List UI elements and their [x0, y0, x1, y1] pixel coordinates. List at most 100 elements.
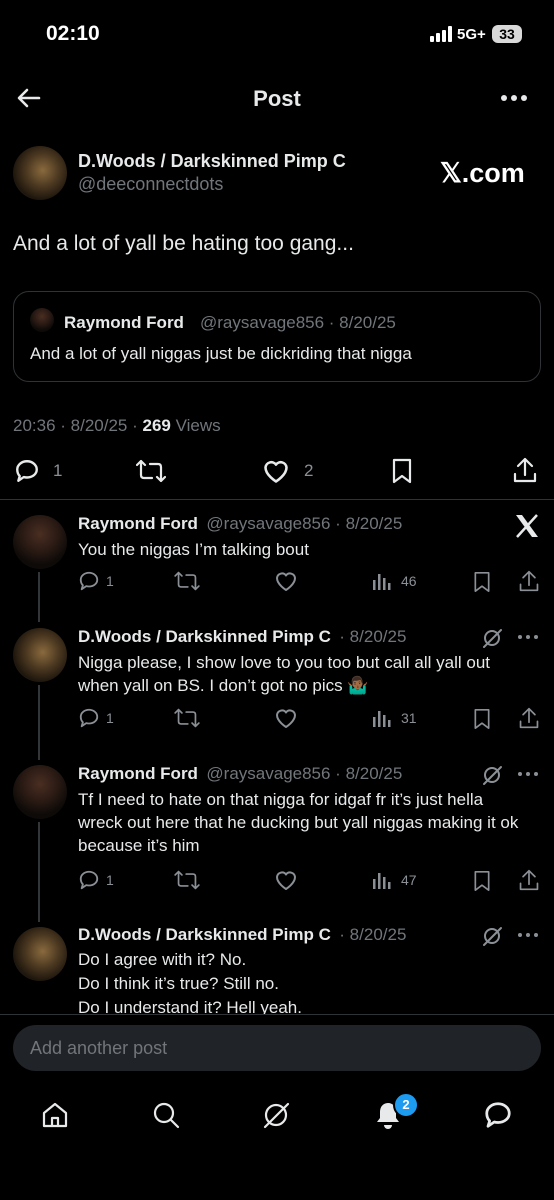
- views-count: 31: [401, 710, 417, 726]
- reply-button[interactable]: 1: [78, 869, 114, 891]
- notification-badge: 2: [393, 1092, 419, 1118]
- reply-author-name[interactable]: D.Woods / Darkskinned Pimp C: [78, 627, 331, 646]
- views-button[interactable]: 31: [372, 709, 417, 727]
- avatar[interactable]: [13, 765, 67, 819]
- reply-text: Nigga please, I show love to you too but…: [78, 653, 491, 695]
- views-button[interactable]: 47: [372, 871, 417, 889]
- reply-button[interactable]: 1: [14, 458, 62, 484]
- share-button[interactable]: [518, 706, 540, 730]
- more-options-icon[interactable]: [500, 92, 528, 104]
- reply-action-bar: 1 46: [78, 570, 542, 594]
- network-label: 5G+: [457, 26, 486, 43]
- avatar[interactable]: [13, 146, 67, 200]
- grok-icon[interactable]: [481, 627, 503, 649]
- grok-icon[interactable]: [481, 764, 503, 786]
- reply-text: Tf I need to hate on that nigga for idga…: [78, 790, 519, 855]
- reply-text: You the niggas I’m talking bout: [78, 540, 309, 559]
- repost-button[interactable]: [174, 707, 200, 729]
- battery-indicator: 33: [492, 25, 522, 43]
- nav-notifications[interactable]: 2: [373, 1092, 419, 1130]
- nav-search[interactable]: [151, 1100, 181, 1130]
- heart-icon: [276, 871, 296, 890]
- reply-count: 1: [106, 573, 114, 589]
- status-time: 02:10: [46, 22, 100, 45]
- quote-text: And a lot of yall niggas just be dickrid…: [30, 344, 412, 363]
- nav-messages[interactable]: [483, 1100, 513, 1130]
- author-name[interactable]: D.Woods / Darkskinned Pimp C: [78, 151, 346, 172]
- reply-action-bar: 1 31: [78, 707, 542, 731]
- reply-icon: [16, 460, 38, 482]
- quoted-post[interactable]: Raymond Ford @raysavage856 · 8/20/25 And…: [13, 291, 541, 382]
- repost-button[interactable]: [136, 458, 166, 484]
- reply-header: D.Woods / Darkskinned Pimp C · 8/20/25: [78, 925, 406, 945]
- share-button[interactable]: [518, 868, 540, 892]
- reply-button[interactable]: 1: [78, 570, 114, 592]
- author-handle[interactable]: @deeconnectdots: [78, 174, 223, 195]
- reply-author-name[interactable]: D.Woods / Darkskinned Pimp C: [78, 925, 331, 944]
- like-button[interactable]: [274, 570, 298, 592]
- like-button[interactable]: [274, 707, 298, 729]
- quote-author-name: Raymond Ford: [64, 313, 184, 332]
- share-icon: [519, 570, 539, 592]
- more-options-icon[interactable]: [517, 634, 539, 640]
- reply-meta: @raysavage856 · 8/20/25: [206, 514, 403, 533]
- reply-meta: · 8/20/25: [339, 627, 407, 646]
- bookmark-button[interactable]: [390, 457, 414, 485]
- notification-count: 2: [402, 1097, 410, 1112]
- post-timestamp-row: 20:36 · 8/20/25 · 269 Views: [13, 416, 221, 436]
- reply-meta: @raysavage856 · 8/20/25: [206, 764, 403, 783]
- messages-icon: [485, 1102, 511, 1128]
- x-logo-icon: [514, 514, 540, 538]
- share-icon: [519, 869, 539, 891]
- quote-handle-date: @raysavage856 · 8/20/25: [200, 313, 396, 332]
- reply-clip: D.Woods / Darkskinned Pimp C · 8/20/25 D…: [0, 920, 554, 1014]
- grok-icon[interactable]: [481, 925, 503, 947]
- avatar[interactable]: [13, 515, 67, 569]
- repost-icon: [174, 708, 200, 728]
- bookmark-icon: [474, 871, 490, 892]
- repost-icon: [174, 571, 200, 591]
- bookmark-button[interactable]: [472, 570, 492, 594]
- reply-button[interactable]: 1: [78, 707, 114, 729]
- bookmark-icon: [474, 709, 490, 730]
- like-button[interactable]: [274, 869, 298, 891]
- more-options-icon[interactable]: [517, 771, 539, 777]
- bookmark-icon: [392, 458, 412, 484]
- like-button[interactable]: 2: [262, 458, 313, 484]
- share-button[interactable]: [518, 569, 540, 593]
- repost-button[interactable]: [174, 869, 200, 891]
- reply-count: 1: [106, 872, 114, 888]
- reply-icon: [79, 870, 99, 890]
- heart-icon: [276, 572, 296, 591]
- battery-level: 33: [499, 26, 515, 42]
- views-icon: [373, 873, 391, 889]
- thread-line: [38, 822, 40, 922]
- nav-grok[interactable]: [261, 1100, 291, 1130]
- views-icon: [373, 711, 391, 727]
- views-icon: [373, 574, 391, 590]
- compose-placeholder: Add another post: [30, 1038, 168, 1058]
- reply-author-name[interactable]: Raymond Ford: [78, 514, 198, 533]
- avatar[interactable]: [13, 628, 67, 682]
- repost-button[interactable]: [174, 570, 200, 592]
- signal-icon: [430, 26, 454, 42]
- views-button[interactable]: 46: [372, 572, 417, 590]
- reply-header: Raymond Ford @raysavage856 · 8/20/25: [78, 764, 402, 784]
- avatar[interactable]: [13, 927, 67, 981]
- bookmark-icon: [474, 572, 490, 593]
- more-options-icon[interactable]: [517, 932, 539, 938]
- reply-author-name[interactable]: Raymond Ford: [78, 764, 198, 783]
- heart-icon: [276, 709, 296, 728]
- bookmark-button[interactable]: [472, 707, 492, 731]
- nav-home[interactable]: [40, 1100, 70, 1130]
- views-label: Views: [170, 416, 221, 435]
- bookmark-button[interactable]: [472, 869, 492, 893]
- reply-header: D.Woods / Darkskinned Pimp C · 8/20/25: [78, 627, 406, 647]
- share-button[interactable]: [512, 456, 538, 484]
- reply-icon: [79, 708, 99, 728]
- views-count: 47: [401, 872, 417, 888]
- compose-input[interactable]: Add another post: [13, 1025, 541, 1071]
- views-count: 46: [401, 573, 417, 589]
- divider: [0, 1014, 554, 1015]
- heart-icon: [264, 460, 288, 483]
